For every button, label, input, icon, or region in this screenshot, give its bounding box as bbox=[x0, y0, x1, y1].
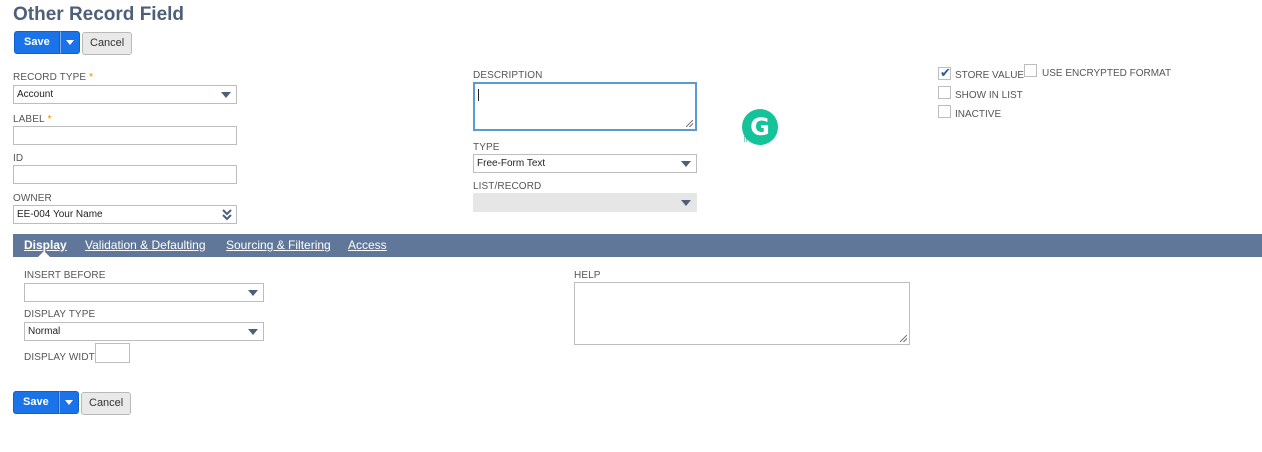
record-type-label: RECORD TYPE * bbox=[13, 72, 94, 83]
help-textarea[interactable] bbox=[574, 282, 910, 345]
display-type-label: DISPLAY TYPE bbox=[24, 309, 96, 320]
insert-before-select[interactable] bbox=[24, 283, 264, 302]
caret-down-icon bbox=[681, 200, 691, 206]
caret-down-icon bbox=[221, 92, 231, 98]
tab-display[interactable]: Display bbox=[24, 238, 67, 252]
list-record-select[interactable] bbox=[473, 193, 697, 212]
label-field-label: LABEL * bbox=[13, 114, 52, 125]
display-width-input[interactable] bbox=[95, 343, 130, 363]
type-select[interactable]: Free-Form Text bbox=[473, 154, 697, 173]
page-title: Other Record Field bbox=[13, 4, 185, 25]
caret-down-icon bbox=[248, 329, 258, 335]
use-encrypted-checkbox[interactable] bbox=[1024, 64, 1037, 77]
save-options-button[interactable] bbox=[59, 31, 80, 54]
active-tab-pointer bbox=[38, 251, 50, 257]
show-in-list-label: SHOW IN LIST bbox=[955, 90, 1023, 101]
list-record-label: LIST/RECORD bbox=[473, 181, 542, 192]
description-textarea[interactable] bbox=[473, 82, 697, 131]
label-input[interactable] bbox=[13, 126, 237, 145]
show-in-list-checkbox[interactable] bbox=[938, 86, 951, 99]
bottom-save-button-group: Save bbox=[13, 391, 79, 414]
resize-grip-icon[interactable] bbox=[900, 335, 907, 342]
record-type-select[interactable]: Account bbox=[13, 85, 237, 104]
type-label: TYPE bbox=[473, 142, 500, 153]
display-type-select[interactable]: Normal bbox=[24, 322, 264, 341]
record-type-value: Account bbox=[17, 89, 54, 100]
caret-down-icon bbox=[65, 40, 74, 45]
caret-down-icon bbox=[681, 161, 691, 167]
tab-sourcing-filtering[interactable]: Sourcing & Filtering bbox=[226, 238, 331, 252]
help-label: HELP bbox=[574, 270, 601, 281]
id-input[interactable] bbox=[13, 165, 237, 184]
owner-label: OWNER bbox=[13, 193, 52, 204]
type-value: Free-Form Text bbox=[477, 158, 546, 169]
inactive-checkbox[interactable] bbox=[938, 105, 951, 118]
grammarly-dots-icon: ⠿ bbox=[743, 137, 749, 144]
tab-validation-defaulting[interactable]: Validation & Defaulting bbox=[85, 238, 206, 252]
save-button[interactable]: Save bbox=[14, 31, 60, 54]
store-value-checkbox[interactable]: ✔ bbox=[938, 65, 951, 80]
caret-down-icon bbox=[248, 290, 258, 296]
store-value-label: STORE VALUE bbox=[955, 70, 1025, 81]
text-cursor bbox=[478, 89, 479, 101]
owner-select[interactable]: EE-004 Your Name bbox=[13, 205, 237, 224]
cancel-button[interactable]: Cancel bbox=[82, 32, 133, 55]
double-chevron-down-icon bbox=[222, 209, 232, 221]
checkmark-icon: ✔ bbox=[940, 65, 951, 80]
display-type-value: Normal bbox=[28, 326, 61, 337]
resize-grip-icon[interactable] bbox=[686, 120, 693, 127]
use-encrypted-label: USE ENCRYPTED FORMAT bbox=[1042, 68, 1172, 79]
description-label: DESCRIPTION bbox=[473, 70, 543, 81]
insert-before-label: INSERT BEFORE bbox=[24, 270, 106, 281]
tab-access[interactable]: Access bbox=[348, 238, 387, 252]
save-button-group: Save bbox=[14, 31, 80, 54]
required-marker: * bbox=[47, 114, 52, 125]
subtab-bar: Display Validation & Defaulting Sourcing… bbox=[13, 234, 1262, 257]
bottom-save-options-button[interactable] bbox=[58, 391, 79, 414]
inactive-label: INACTIVE bbox=[955, 109, 1002, 120]
id-field-label: ID bbox=[13, 153, 24, 164]
required-marker: * bbox=[89, 72, 94, 83]
owner-value: EE-004 Your Name bbox=[17, 209, 103, 220]
display-width-label: DISPLAY WIDTH bbox=[24, 352, 103, 363]
caret-down-icon bbox=[64, 400, 73, 405]
bottom-save-button[interactable]: Save bbox=[13, 391, 59, 414]
bottom-cancel-button[interactable]: Cancel bbox=[81, 392, 132, 415]
